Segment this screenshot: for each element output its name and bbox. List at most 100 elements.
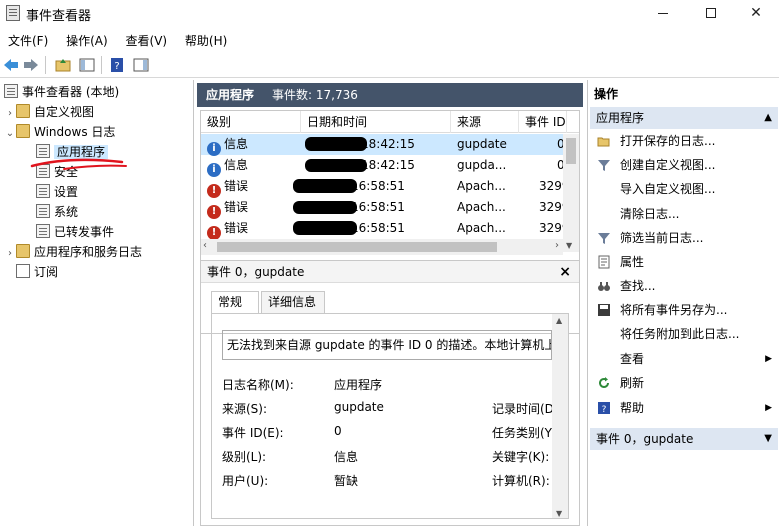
expand-chevron-icon[interactable]: › [4, 244, 16, 264]
log-icon [36, 224, 50, 238]
close-detail-icon[interactable]: × [559, 261, 571, 283]
action-refresh[interactable]: 刷新 [590, 372, 778, 394]
properties-icon [598, 255, 610, 269]
toolbar-separator [45, 56, 46, 74]
prop-label: 来源(S): [222, 402, 268, 416]
tree-subscriptions[interactable]: 订阅 [16, 262, 58, 282]
scroll-up-arrow-icon[interactable]: ▲ [556, 316, 562, 325]
action-view[interactable]: 查看 ▶ [590, 348, 778, 370]
svg-text:?: ? [602, 405, 607, 415]
menu-file[interactable]: 文件(F) [2, 29, 54, 52]
show-hide-action-pane-icon[interactable] [132, 56, 150, 74]
subscription-icon [16, 264, 30, 278]
column-event-id[interactable]: 事件 ID [519, 111, 567, 133]
close-button[interactable]: ✕ [733, 0, 779, 28]
actions-section-event[interactable]: 事件 0，gupdate ▼ [590, 428, 778, 450]
scroll-down-arrow-icon[interactable]: ▼ [566, 241, 572, 250]
tree-app-services-logs[interactable]: › 应用程序和服务日志 [4, 242, 142, 262]
log-header: 应用程序 事件数: 17,736 [197, 83, 583, 107]
prop-label: 用户(U): [222, 474, 269, 488]
cell-source: Apach... [457, 200, 506, 214]
action-properties[interactable]: 属性 [590, 251, 778, 273]
collapse-arrow-icon[interactable]: ▲ [764, 107, 772, 129]
tree-item-setup[interactable]: 设置 [36, 182, 78, 202]
info-icon: i [207, 163, 221, 177]
actions-section-application[interactable]: 应用程序 ▲ [590, 107, 778, 129]
collapse-chevron-icon[interactable]: ⌄ [4, 124, 16, 144]
action-create-custom-view[interactable]: 创建自定义视图... [590, 154, 778, 176]
general-tab-content: 无法找到来自源 gupdate 的事件 ID 0 的描述。本地计算机上 日志名称… [211, 313, 569, 519]
cell-event-id: 3299 [539, 179, 563, 193]
svg-text:?: ? [114, 61, 119, 72]
detail-vertical-scrollbar[interactable]: ▲ ▼ [552, 314, 568, 518]
event-description[interactable]: 无法找到来自源 gupdate 的事件 ID 0 的描述。本地计算机上 [222, 330, 552, 360]
action-import-custom-view[interactable]: 导入自定义视图... [590, 178, 778, 200]
minimize-icon [658, 12, 668, 14]
event-list-vertical-scrollbar[interactable]: ▼ [563, 134, 579, 252]
scroll-down-arrow-icon[interactable]: ▼ [556, 509, 562, 518]
prop-label: 级别(L): [222, 450, 267, 464]
column-date-time[interactable]: 日期和时间 [301, 111, 451, 133]
tab-general[interactable]: 常规 [211, 291, 259, 314]
scroll-right-arrow-icon[interactable]: › [555, 240, 559, 251]
cell-source: gupdate [457, 137, 507, 151]
event-list-horizontal-scrollbar[interactable]: ‹ › [201, 239, 563, 255]
column-level[interactable]: 级别 [201, 111, 301, 133]
maximize-button[interactable] [688, 0, 734, 28]
column-source[interactable]: 来源 [451, 111, 519, 133]
tree-root[interactable]: 事件查看器 (本地) [4, 82, 119, 102]
navigation-tree: 事件查看器 (本地) › 自定义视图 ⌄ Windows 日志 应用程序 安全 设置… [0, 80, 194, 526]
action-help[interactable]: ? 帮助 ▶ [590, 397, 778, 419]
minimize-button[interactable] [640, 0, 686, 28]
action-filter-current-log[interactable]: 筛选当前日志... [590, 227, 778, 249]
up-folder-icon[interactable] [54, 56, 72, 74]
log-icon [36, 184, 50, 198]
expand-chevron-icon[interactable]: › [4, 104, 16, 124]
tree-item-system[interactable]: 系统 [36, 202, 78, 222]
scrollbar-thumb[interactable] [217, 242, 497, 252]
help-icon[interactable]: ? [108, 56, 126, 74]
prop-label: 计算机(R): [492, 474, 550, 488]
open-folder-icon [597, 137, 610, 147]
table-row[interactable]: !错误 16:58:51 Apach... 3299 [201, 218, 563, 240]
tab-details[interactable]: 详细信息 [261, 291, 325, 313]
cell-level: ! 错误 [207, 197, 248, 219]
error-icon: ! [207, 184, 221, 198]
cell-level: ! 错误 [207, 176, 248, 198]
back-arrow-icon[interactable] [2, 56, 20, 74]
menu-view[interactable]: 查看(V) [120, 29, 174, 52]
filter-icon [598, 160, 610, 171]
expand-arrow-icon[interactable]: ▼ [764, 428, 772, 450]
forward-arrow-icon[interactable] [22, 56, 40, 74]
show-hide-tree-icon[interactable] [78, 56, 96, 74]
action-find[interactable]: 查找... [590, 275, 778, 297]
action-open-saved-log[interactable]: 打开保存的日志... [590, 130, 778, 152]
tree-custom-views[interactable]: › 自定义视图 [4, 102, 94, 122]
cell-time: 18:42:15 [361, 158, 415, 172]
prop-value: 0 [334, 424, 342, 438]
tree-item-forwarded-events[interactable]: 已转发事件 [36, 222, 114, 242]
folder-icon [16, 104, 30, 118]
help-icon: ? [598, 402, 610, 415]
action-save-all-events[interactable]: 将所有事件另存为... [590, 299, 778, 321]
save-icon [598, 304, 610, 316]
actions-pane: 操作 应用程序 ▲ 打开保存的日志... 创建自定义视图... 导入自定义视图..… [587, 80, 779, 526]
table-row[interactable]: i信息 18:42:15 gupda... 0 [201, 155, 563, 177]
action-attach-task[interactable]: 将任务附加到此日志... [590, 323, 778, 345]
table-row[interactable]: i信息 18:42:15 gupdate 0 [201, 134, 563, 156]
refresh-icon [599, 377, 609, 388]
menu-action[interactable]: 操作(A) [60, 29, 114, 52]
table-row[interactable]: !错误 16:58:51 Apach... 3299 [201, 176, 563, 198]
action-clear-log[interactable]: 清除日志... [590, 203, 778, 225]
menu-help[interactable]: 帮助(H) [179, 29, 233, 52]
event-viewer-app-icon [6, 5, 20, 21]
redaction-mark [305, 137, 367, 151]
tree-windows-logs[interactable]: ⌄ Windows 日志 [4, 122, 115, 142]
scroll-left-arrow-icon[interactable]: ‹ [203, 240, 207, 251]
table-row[interactable]: !错误 16:58:51 Apach... 3299 [201, 197, 563, 219]
cell-event-id: 3299 [539, 200, 563, 214]
prop-label: 记录时间(D [492, 402, 554, 416]
info-icon: i [207, 142, 221, 156]
scrollbar-thumb[interactable] [566, 138, 576, 164]
cell-level: ! 错误 [207, 218, 248, 240]
